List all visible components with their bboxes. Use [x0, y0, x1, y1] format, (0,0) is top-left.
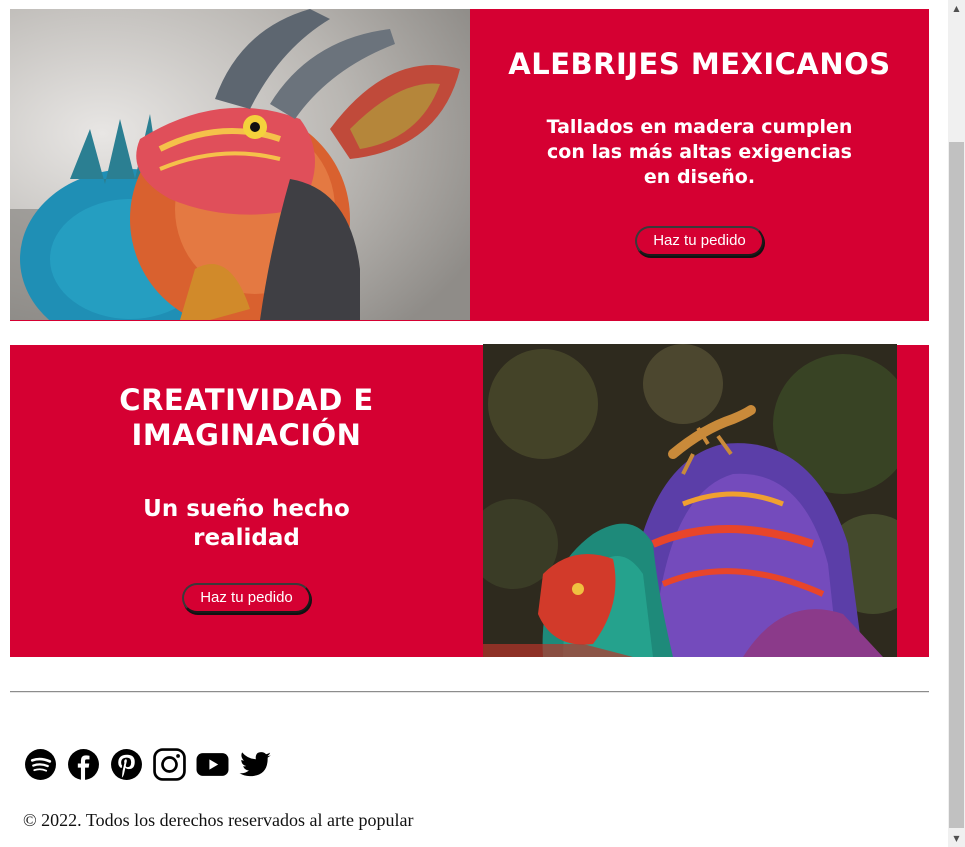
scroll-down-arrow-icon[interactable]: ▼	[948, 830, 965, 847]
twitter-icon[interactable]	[239, 748, 272, 781]
spotify-icon[interactable]	[24, 748, 57, 781]
banner-subtitle: Tallados en madera cumplen con las más a…	[546, 116, 853, 188]
scroll-up-arrow-icon[interactable]: ▲	[948, 0, 965, 17]
youtube-icon[interactable]	[196, 748, 229, 781]
footer-divider	[10, 691, 929, 693]
pinterest-icon[interactable]	[110, 748, 143, 781]
banner-text: ALEBRIJES MEXICANOS Tallados en madera c…	[470, 9, 929, 321]
banner-title: ALEBRIJES MEXICANOS	[508, 47, 891, 81]
social-links	[24, 748, 272, 781]
banner-alebrijes: ALEBRIJES MEXICANOS Tallados en madera c…	[10, 9, 929, 321]
copyright-text: © 2022. Todos los derechos reservados al…	[23, 810, 414, 830]
order-button[interactable]: Haz tu pedido	[635, 226, 764, 256]
banner-subtitle: Un sueño hecho realidad	[143, 496, 350, 551]
scrollbar-thumb[interactable]	[949, 142, 964, 828]
alebrije-armadillo-photo	[10, 9, 470, 320]
instagram-icon[interactable]	[153, 748, 186, 781]
facebook-icon[interactable]	[67, 748, 100, 781]
order-button[interactable]: Haz tu pedido	[182, 583, 311, 613]
banner-creatividad: CREATIVIDAD E IMAGINACIÓN Un sueño hecho…	[10, 344, 929, 657]
alebrije-creatures-photo	[483, 344, 897, 657]
banner-title: CREATIVIDAD E IMAGINACIÓN	[119, 383, 374, 452]
banner-text: CREATIVIDAD E IMAGINACIÓN Un sueño hecho…	[10, 345, 483, 657]
vertical-scrollbar[interactable]: ▲ ▼	[948, 0, 965, 847]
